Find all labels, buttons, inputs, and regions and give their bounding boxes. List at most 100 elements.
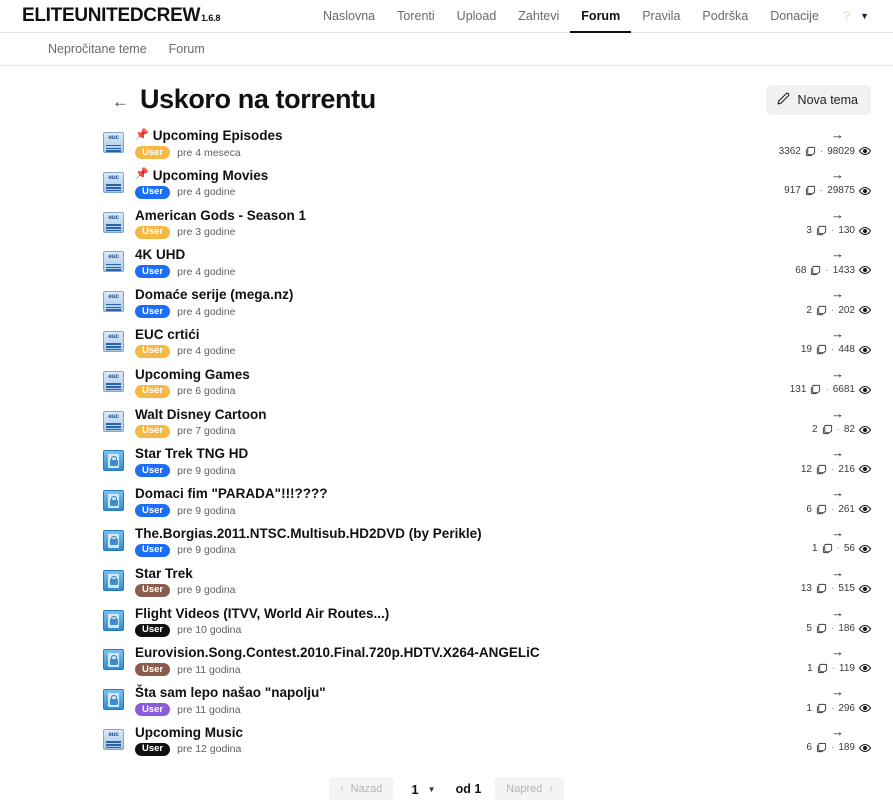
thread-title[interactable]: Eurovision.Song.Contest.2010.Final.720p.… bbox=[135, 645, 540, 661]
thread-title-text: American Gods - Season 1 bbox=[135, 207, 307, 223]
go-to-last-post-arrow-icon[interactable]: → bbox=[831, 327, 844, 340]
thread-title[interactable]: EUC crtići bbox=[135, 327, 236, 343]
lock-avatar-icon bbox=[103, 609, 124, 631]
go-to-last-post-arrow-icon[interactable]: → bbox=[831, 685, 844, 698]
question-mark-icon[interactable]: ? bbox=[830, 0, 858, 33]
nav-item-zahtevi[interactable]: Zahtevi bbox=[507, 0, 570, 33]
go-to-last-post-arrow-icon[interactable]: → bbox=[831, 725, 844, 738]
thread-title[interactable]: Star Trek bbox=[135, 566, 236, 582]
eye-icon bbox=[859, 384, 871, 396]
thread-stats: → 19 · 448 bbox=[751, 327, 871, 356]
thread-meta: User pre 11 godina bbox=[135, 663, 540, 677]
eye-icon bbox=[859, 424, 871, 436]
nav-item-pravila[interactable]: Pravila bbox=[631, 0, 691, 33]
nav-item-donacije[interactable]: Donacije bbox=[759, 0, 830, 33]
go-to-last-post-arrow-icon[interactable]: → bbox=[831, 247, 844, 260]
go-to-last-post-arrow-icon[interactable]: → bbox=[831, 566, 844, 579]
go-to-last-post-arrow-icon[interactable]: → bbox=[831, 645, 844, 658]
thread-title[interactable]: The.Borgias.2011.NTSC.Multisub.HD2DVD (b… bbox=[135, 526, 482, 542]
thread-row[interactable]: Star Trek TNG HD User pre 9 godina → 12 · 216 bbox=[0, 446, 893, 486]
thread-row[interactable]: euc EUC crtići User pre 4 godine → 19 · 448 bbox=[0, 327, 893, 367]
thread-row[interactable]: Šta sam lepo našao "napolju" User pre 11 g… bbox=[0, 685, 893, 725]
go-to-last-post-arrow-icon[interactable]: → bbox=[831, 526, 844, 539]
thread-row[interactable]: euc Upcoming Music User pre 12 godina → 6 · 189 bbox=[0, 725, 893, 765]
thread-title[interactable]: American Gods - Season 1 bbox=[135, 208, 306, 224]
thread-title[interactable]: Šta sam lepo našao "napolju" bbox=[135, 685, 326, 701]
site-logo[interactable]: ELITEUNITEDCREW 1.6.8 bbox=[22, 5, 220, 27]
stat-separator: · bbox=[830, 623, 835, 635]
reply-icon bbox=[816, 305, 827, 316]
thread-title-text: Upcoming Music bbox=[135, 724, 244, 740]
thread-row[interactable]: Star Trek User pre 9 godina → 13 · 515 bbox=[0, 566, 893, 606]
thread-title[interactable]: 4K UHD bbox=[135, 247, 236, 263]
thread-row[interactable]: euc 📌 Upcoming Movies User pre 4 godine → 917 ·… bbox=[0, 168, 893, 208]
nav-item-upload[interactable]: Upload bbox=[446, 0, 508, 33]
nav-item-podr-ka[interactable]: Podrška bbox=[691, 0, 759, 33]
thread-row[interactable]: euc 📌 Upcoming Episodes User pre 4 meseca → 33… bbox=[0, 128, 893, 168]
reply-icon bbox=[810, 265, 821, 276]
thread-stats: → 6 · 189 bbox=[751, 725, 871, 754]
stat-separator: · bbox=[830, 463, 835, 475]
page-select[interactable]: 1 ▼ bbox=[393, 776, 449, 800]
go-to-last-post-arrow-icon[interactable]: → bbox=[831, 486, 844, 499]
stat-separator: · bbox=[830, 225, 835, 237]
new-topic-button[interactable]: Nova tema bbox=[765, 84, 871, 115]
thread-title[interactable]: Domaci fim "PARADA"!!!???? bbox=[135, 486, 328, 502]
view-count: 186 bbox=[838, 623, 855, 635]
user-role-badge: User bbox=[135, 344, 171, 358]
go-to-last-post-arrow-icon[interactable]: → bbox=[831, 407, 844, 420]
eye-icon bbox=[859, 742, 871, 754]
thread-row[interactable]: Eurovision.Song.Contest.2010.Final.720p.… bbox=[0, 645, 893, 685]
thread-timestamp: pre 11 godina bbox=[177, 703, 241, 716]
chevron-down-icon[interactable]: ▼ bbox=[858, 0, 875, 33]
go-to-last-post-arrow-icon[interactable]: → bbox=[831, 367, 844, 380]
subnav-item-nepro-itane-teme[interactable]: Nepročitane teme bbox=[48, 42, 147, 56]
thread-row[interactable]: Domaci fim "PARADA"!!!???? User pre 9 godi… bbox=[0, 486, 893, 526]
go-to-last-post-arrow-icon[interactable]: → bbox=[831, 208, 844, 221]
lock-avatar-icon bbox=[103, 490, 124, 512]
thread-title[interactable]: Flight Videos (ITVV, World Air Routes...… bbox=[135, 606, 389, 622]
stat-separator: · bbox=[830, 503, 835, 515]
eye-icon bbox=[859, 185, 871, 197]
user-role-badge: User bbox=[135, 703, 171, 717]
thread-title[interactable]: Walt Disney Cartoon bbox=[135, 407, 267, 423]
thread-title[interactable]: 📌 Upcoming Movies bbox=[135, 168, 268, 184]
thread-title[interactable]: Upcoming Games bbox=[135, 367, 250, 383]
thread-meta: User pre 9 godina bbox=[135, 583, 236, 597]
reply-count: 3 bbox=[806, 225, 812, 237]
go-to-last-post-arrow-icon[interactable]: → bbox=[831, 128, 844, 141]
stat-separator: · bbox=[830, 344, 835, 356]
nav-item-forum[interactable]: Forum bbox=[570, 0, 631, 33]
thread-row[interactable]: euc Upcoming Games User pre 6 godina → 131 · 66… bbox=[0, 367, 893, 407]
thread-row[interactable]: euc Domaće serije (mega.nz) User pre 4 godi… bbox=[0, 287, 893, 327]
thread-row[interactable]: euc Walt Disney Cartoon User pre 7 godina → 2… bbox=[0, 407, 893, 447]
thread-title[interactable]: Domaće serije (mega.nz) bbox=[135, 287, 293, 303]
nav-item-naslovna[interactable]: Naslovna bbox=[312, 0, 386, 33]
pagination-prev-button[interactable]: ‹ Nazad bbox=[328, 777, 394, 800]
thread-row[interactable]: euc 4K UHD User pre 4 godine → 68 · 1433 bbox=[0, 247, 893, 287]
thread-title-text: Upcoming Episodes bbox=[152, 128, 283, 143]
go-to-last-post-arrow-icon[interactable]: → bbox=[831, 168, 844, 181]
stat-separator: · bbox=[819, 145, 824, 157]
reply-count: 1 bbox=[807, 662, 813, 674]
reply-count: 1 bbox=[806, 702, 812, 714]
thread-title[interactable]: 📌 Upcoming Episodes bbox=[135, 128, 282, 144]
nav-item-torenti[interactable]: Torenti bbox=[386, 0, 446, 33]
pencil-icon bbox=[777, 92, 790, 108]
pagination-next-button[interactable]: Napred › bbox=[495, 777, 565, 800]
thread-row[interactable]: euc American Gods - Season 1 User pre 3 god… bbox=[0, 208, 893, 248]
reply-icon bbox=[810, 384, 821, 395]
back-arrow-icon[interactable]: ← bbox=[112, 93, 129, 110]
thread-row[interactable]: Flight Videos (ITVV, World Air Routes...… bbox=[0, 606, 893, 646]
subnav-item-forum[interactable]: Forum bbox=[169, 42, 205, 56]
thread-title-text: Star Trek TNG HD bbox=[135, 446, 249, 462]
thread-timestamp: pre 3 godine bbox=[177, 226, 236, 239]
thread-title[interactable]: Star Trek TNG HD bbox=[135, 446, 248, 462]
thread-title[interactable]: Upcoming Music bbox=[135, 725, 243, 741]
thread-row[interactable]: The.Borgias.2011.NTSC.Multisub.HD2DVD (b… bbox=[0, 526, 893, 566]
go-to-last-post-arrow-icon[interactable]: → bbox=[831, 446, 844, 459]
thread-timestamp: pre 12 godina bbox=[177, 743, 242, 756]
go-to-last-post-arrow-icon[interactable]: → bbox=[831, 287, 844, 300]
euc-avatar-icon: euc bbox=[103, 171, 124, 193]
go-to-last-post-arrow-icon[interactable]: → bbox=[831, 606, 844, 619]
